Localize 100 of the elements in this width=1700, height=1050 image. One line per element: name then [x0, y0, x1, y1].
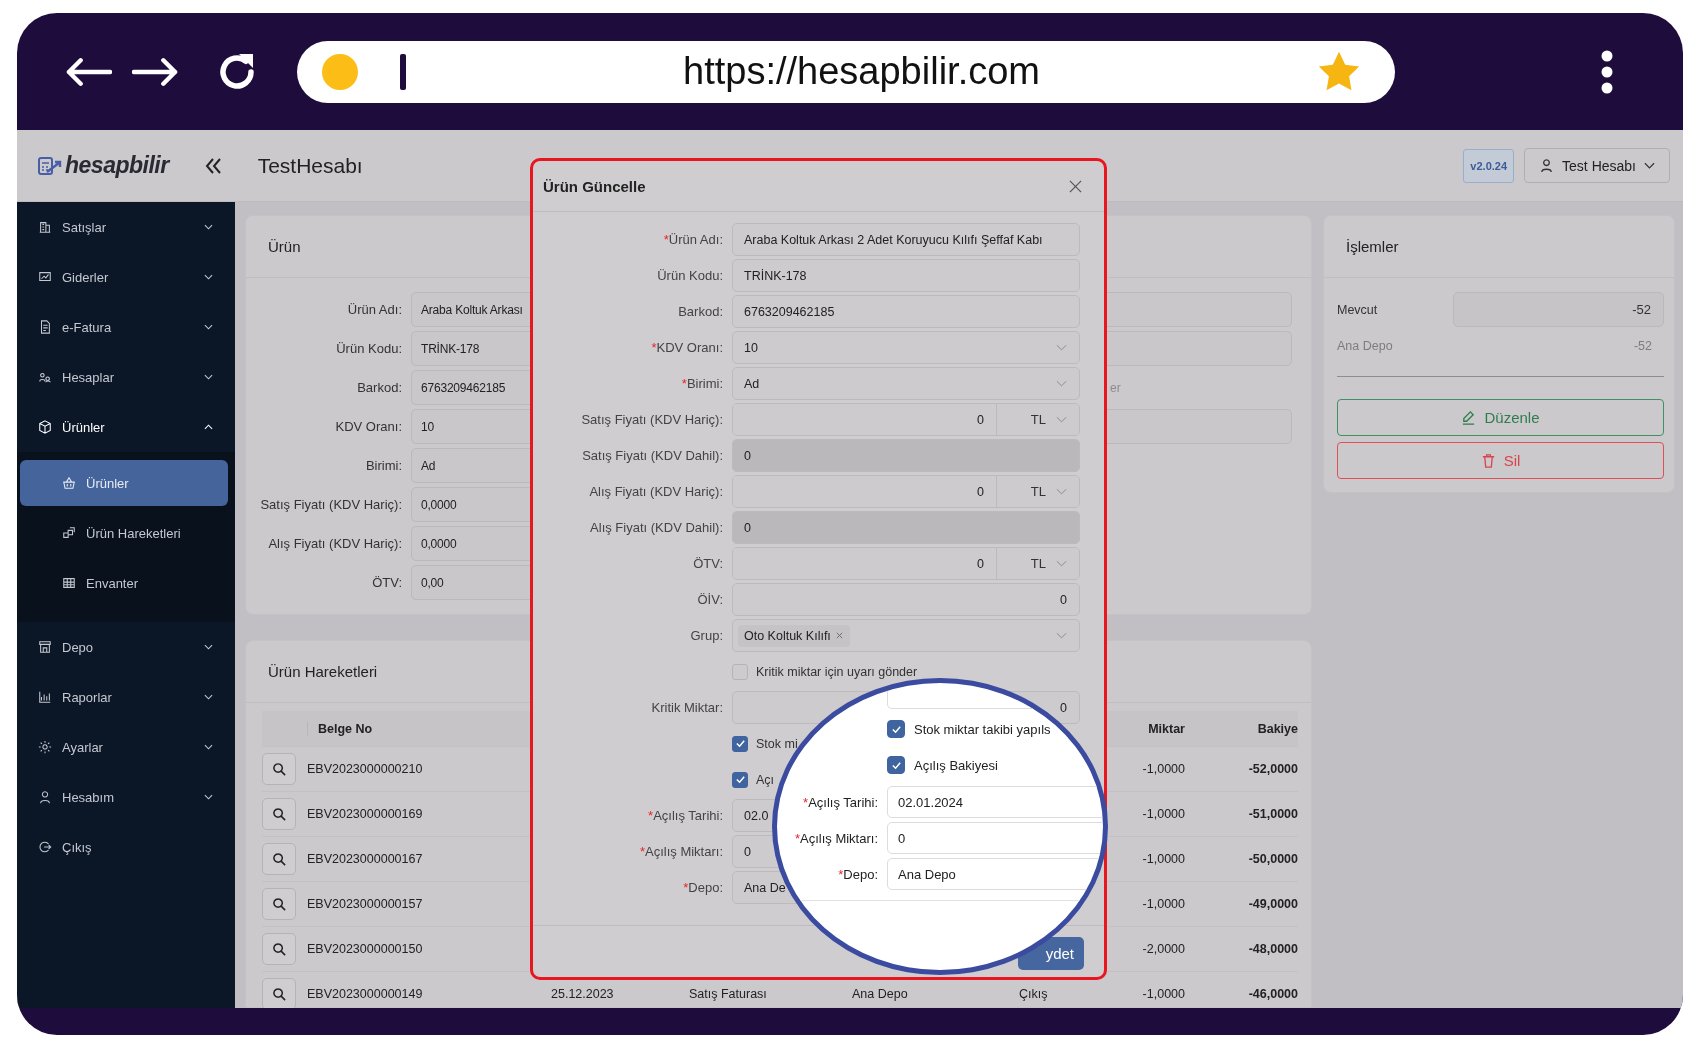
table-cell-text: -48,0000	[1247, 942, 1298, 956]
back-arrow-icon[interactable]	[65, 56, 112, 87]
depot-name: Ana Depo	[1337, 339, 1393, 353]
trash-icon	[1480, 453, 1496, 468]
search-icon	[271, 941, 287, 957]
settings-icon	[38, 740, 52, 754]
sidebar-item[interactable]: Giderler	[17, 252, 235, 302]
table-cell-text: -51,0000	[1247, 807, 1298, 821]
tag-select-field[interactable]: Oto Koltuk Kılıfı	[732, 619, 1080, 652]
table-cell-text: -2,0000	[1141, 942, 1185, 956]
sidebar-item[interactable]: Hesaplar	[17, 352, 235, 402]
view-button[interactable]	[262, 978, 296, 1008]
basket-icon	[62, 476, 76, 490]
collapse-icon[interactable]	[203, 156, 222, 175]
chevron-down-icon	[1644, 161, 1655, 170]
input-field: 0	[887, 822, 1103, 854]
table-cell-text: -50,0000	[1247, 852, 1298, 866]
select-field[interactable]: 10	[732, 331, 1080, 364]
table-cell-text: EBV2023000000149	[307, 987, 424, 1001]
field-label: Satış Fiyatı (KDV Hariç):	[580, 412, 723, 427]
input-field[interactable]: TRİNK-178	[732, 259, 1080, 292]
table-cell-text: EBV2023000000210	[307, 762, 424, 776]
checkbox-label: Stok miktar takibi yapıls	[914, 721, 1051, 737]
logout-icon	[38, 840, 52, 854]
submenu-item[interactable]: Ürün Hareketleri	[20, 510, 228, 556]
table-cell-text: -1,0000	[1141, 987, 1185, 1001]
view-button[interactable]	[262, 888, 296, 920]
field-label: *Depo:	[682, 880, 723, 895]
sidebar-item[interactable]: Satışlar	[17, 202, 235, 252]
field-label: Alış Fiyatı (KDV Dahil):	[589, 520, 723, 535]
hint-text: er	[1109, 380, 1122, 395]
checkbox-label: Açılış Bakiyesi	[914, 757, 998, 773]
field-label: ÖTV:	[692, 556, 723, 571]
search-icon	[271, 986, 287, 1002]
view-button[interactable]	[262, 798, 296, 830]
table-cell-text: -46,0000	[1247, 987, 1298, 1001]
depot-stock: -52	[1633, 339, 1652, 353]
checkbox[interactable]	[732, 771, 748, 788]
chevron-down-icon	[1056, 631, 1067, 640]
logo-icon	[37, 154, 63, 177]
search-icon	[271, 896, 287, 912]
store-icon	[38, 640, 52, 654]
site-dot-icon	[322, 53, 358, 90]
sidebar-item[interactable]: Depo	[17, 622, 235, 672]
card-title: Ürün	[268, 238, 301, 255]
remove-icon[interactable]	[834, 631, 844, 640]
submenu-item[interactable]: Envanter	[20, 560, 228, 606]
table-cell-text: -1,0000	[1141, 897, 1185, 911]
table-cell-text: EBV2023000000169	[307, 807, 424, 821]
field-label: *Ürün Adı:	[662, 232, 723, 247]
field-label: *Açılış Miktarı:	[638, 844, 723, 859]
card-title: İşlemler	[1346, 238, 1399, 255]
document-icon	[38, 320, 52, 334]
table-cell-text: 25.12.2023	[550, 987, 615, 1001]
checkbox-label: Kritik miktar için uyarı gönder	[756, 664, 918, 679]
field-label: *Açılış Tarihi:	[647, 808, 723, 823]
card-title: Ürün Hareketleri	[268, 663, 378, 680]
field-label: Grup:	[689, 628, 723, 643]
view-button[interactable]	[262, 843, 296, 875]
sidebar-item[interactable]: Çıkış	[17, 822, 235, 872]
blocks-icon	[62, 526, 76, 540]
version-badge: v2.0.24	[1463, 148, 1515, 183]
submenu-item[interactable]: Ürünler	[20, 460, 228, 506]
select-field[interactable]: Ad	[732, 367, 1080, 400]
field-label: *Depo:	[837, 866, 878, 882]
close-icon[interactable]	[1069, 179, 1082, 193]
user-menu-button[interactable]: Test Hesabı	[1524, 148, 1670, 183]
table-cell-text: -1,0000	[1141, 807, 1185, 821]
box-icon	[38, 420, 52, 434]
view-button[interactable]	[262, 753, 296, 785]
url-text: https://hesapbilir.com	[682, 50, 1041, 93]
input-field[interactable]: 6763209462185	[732, 295, 1080, 328]
sidebar-item[interactable]: e-Fatura	[17, 302, 235, 352]
checkbox[interactable]	[732, 735, 748, 752]
sidebar-item[interactable]: Ayarlar	[17, 722, 235, 772]
checkbox[interactable]	[732, 663, 748, 680]
input-field[interactable]: 0	[732, 583, 1080, 616]
check-icon	[734, 738, 746, 749]
search-icon	[271, 761, 287, 777]
input-field[interactable]: Araba Koltuk Arkası 2 Adet Koruyucu Kılıfı Şeffaf Kabı	[732, 223, 1080, 256]
view-button[interactable]	[262, 933, 296, 965]
field-label: Barkod:	[677, 304, 723, 319]
column-header[interactable]: Miktar	[1110, 721, 1185, 736]
forward-arrow-icon[interactable]	[132, 56, 179, 87]
sidebar-item[interactable]: Ürünler	[17, 402, 235, 452]
field-label: Ürün Adı:	[346, 302, 402, 317]
field-label: *Açılış Miktarı:	[793, 830, 878, 846]
account-title: TestHesabı	[257, 153, 363, 178]
person-icon	[1539, 158, 1555, 173]
building-icon	[38, 220, 52, 234]
column-header[interactable]: Bakiye	[1185, 721, 1298, 736]
table-cell-text: Ana Depo	[851, 987, 909, 1001]
field-label: Kritik Miktar:	[650, 700, 723, 715]
table-cell-text: Çıkış	[1018, 987, 1049, 1001]
search-icon	[271, 806, 287, 822]
logo-text: hesapbilir	[65, 152, 169, 179]
address-bar[interactable]: https://hesapbilir.com	[297, 40, 1395, 103]
sidebar-item[interactable]: Hesabım	[17, 772, 235, 822]
sidebar-item[interactable]: Raporlar	[17, 672, 235, 722]
menu-icon[interactable]	[1600, 49, 1614, 94]
